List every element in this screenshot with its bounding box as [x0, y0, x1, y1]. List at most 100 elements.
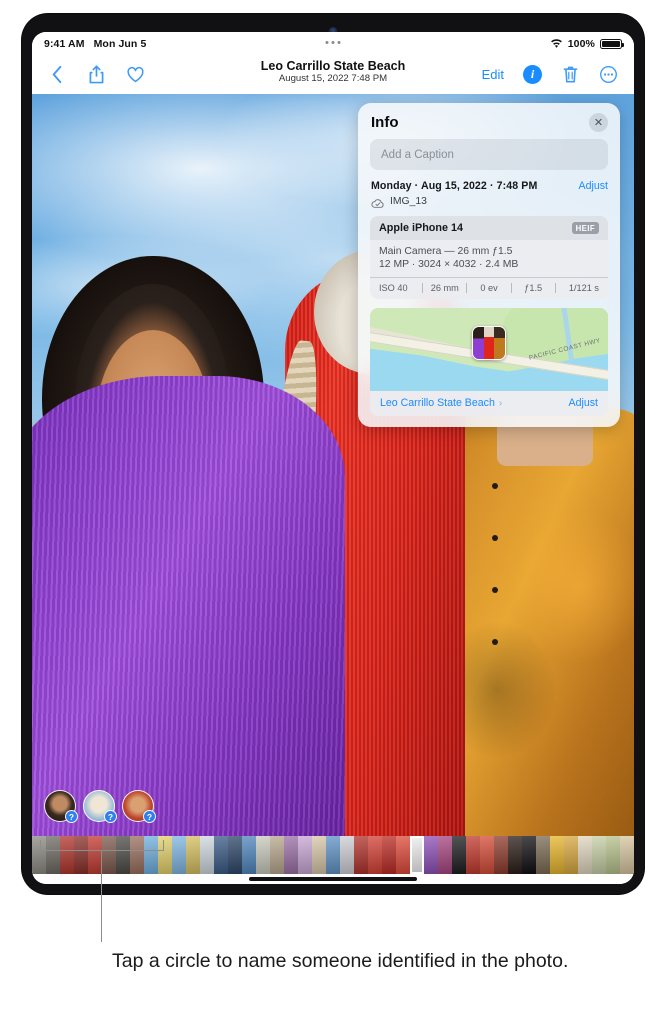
filmstrip-thumbnail[interactable] — [256, 836, 270, 874]
callout-leader-line — [101, 850, 103, 942]
filmstrip-thumbnail[interactable] — [522, 836, 536, 874]
face-chip-2[interactable]: ? — [83, 790, 117, 823]
home-indicator[interactable] — [249, 877, 417, 881]
filmstrip-thumbnail[interactable] — [200, 836, 214, 874]
exif-exposure: 0 ev — [480, 283, 498, 293]
filmstrip-thumbnail[interactable] — [606, 836, 620, 874]
filmstrip-thumbnail[interactable] — [452, 836, 466, 874]
filmstrip-thumbnail[interactable] — [270, 836, 284, 874]
unnamed-face-badge[interactable]: ? — [104, 810, 117, 823]
filmstrip-thumbnail[interactable] — [102, 836, 116, 874]
filmstrip-thumbnail[interactable] — [144, 836, 158, 874]
chevron-right-icon[interactable]: › — [499, 398, 502, 409]
filmstrip-thumbnail[interactable] — [466, 836, 480, 874]
image-size-label: 12 MP · 3024 × 4032 · 2.4 MB — [379, 259, 519, 270]
filmstrip-thumbnail[interactable] — [424, 836, 438, 874]
toolbar-left-group — [48, 64, 145, 85]
filmstrip-thumbnail[interactable] — [298, 836, 312, 874]
battery-percent-label: 100% — [567, 37, 595, 50]
back-button[interactable] — [48, 64, 67, 85]
toolbar-right-group: Edit i — [482, 64, 618, 85]
face-chip-3[interactable]: ? — [122, 790, 156, 823]
filmstrip-thumbnail[interactable] — [116, 836, 130, 874]
status-date: Mon Jun 5 — [93, 37, 147, 50]
filmstrip-thumbnail[interactable] — [186, 836, 200, 874]
filmstrip-thumbnail[interactable] — [382, 836, 396, 874]
photo-filmstrip[interactable] — [32, 836, 634, 874]
filmstrip-thumbnail[interactable] — [88, 836, 102, 874]
multitasking-dots-icon[interactable] — [325, 41, 341, 44]
wifi-icon — [550, 38, 563, 49]
page-subtitle: August 15, 2022 7:48 PM — [278, 73, 388, 84]
edit-button[interactable]: Edit — [482, 67, 504, 82]
close-icon[interactable]: ✕ — [589, 113, 608, 132]
favorite-button[interactable] — [126, 64, 145, 85]
status-bar-left: 9:41 AM Mon Jun 5 — [44, 38, 146, 50]
filmstrip-thumbnail[interactable] — [46, 836, 60, 874]
filmstrip-thumbnail[interactable] — [326, 836, 340, 874]
map-view[interactable]: PACIFIC COAST HWY — [370, 308, 608, 391]
filmstrip-thumbnail[interactable] — [536, 836, 550, 874]
filmstrip-thumbnail[interactable] — [172, 836, 186, 874]
status-bar-right: 100% — [550, 37, 625, 50]
filmstrip-thumbnail[interactable] — [550, 836, 564, 874]
status-time: 9:41 AM — [44, 37, 85, 50]
filmstrip-thumbnail[interactable] — [592, 836, 606, 874]
filmstrip-thumbnail[interactable] — [564, 836, 578, 874]
photo-date-label: Monday · Aug 15, 2022 · 7:48 PM — [371, 180, 538, 192]
file-name-label: IMG_13 — [390, 196, 427, 207]
filmstrip-thumbnail[interactable] — [32, 836, 46, 874]
filmstrip-thumbnail[interactable] — [620, 836, 634, 874]
filmstrip-thumbnail[interactable] — [228, 836, 242, 874]
filmstrip-thumbnail[interactable] — [312, 836, 326, 874]
filmstrip-thumbnail[interactable] — [494, 836, 508, 874]
unnamed-face-badge[interactable]: ? — [143, 810, 156, 823]
filmstrip-thumbnail[interactable] — [74, 836, 88, 874]
device-name-label: Apple iPhone 14 — [379, 222, 463, 234]
photo-pin-icon[interactable] — [472, 326, 506, 361]
filmstrip-thumbnail[interactable] — [410, 836, 424, 874]
filmstrip-thumbnail[interactable] — [354, 836, 368, 874]
filmstrip-thumbnail[interactable] — [214, 836, 228, 874]
map-place-link[interactable]: Leo Carrillo State Beach — [380, 397, 495, 409]
status-bar: 9:41 AM Mon Jun 5 100% — [32, 32, 634, 55]
face-chip-row: ? ? ? — [44, 790, 156, 823]
lens-info-label: Main Camera — 26 mm ƒ1.5 — [379, 246, 513, 257]
filmstrip-thumbnail[interactable] — [508, 836, 522, 874]
file-row: IMG_13 — [358, 194, 620, 216]
location-map-card: PACIFIC COAST HWY Leo Carrillo State Bea… — [370, 308, 608, 416]
device-info-card: Apple iPhone 14 HEIF Main Camera — 26 mm… — [370, 216, 608, 299]
info-circle-icon[interactable]: i — [523, 65, 542, 84]
filmstrip-thumbnail[interactable] — [130, 836, 144, 874]
info-panel-title: Info — [371, 114, 399, 131]
face-chip-1[interactable]: ? — [44, 790, 78, 823]
filmstrip-thumbnail[interactable] — [340, 836, 354, 874]
ipad-device-frame: 9:41 AM Mon Jun 5 100% Leo Carrillo Stat… — [22, 14, 644, 894]
callout-text: Tap a circle to name someone identified … — [112, 950, 569, 972]
filmstrip-thumbnail[interactable] — [396, 836, 410, 874]
screenshot-root: 9:41 AM Mon Jun 5 100% Leo Carrillo Stat… — [0, 0, 666, 1022]
adjust-location-button[interactable]: Adjust — [569, 397, 598, 409]
exif-aperture: ƒ1.5 — [524, 283, 543, 293]
filmstrip-thumbnail[interactable] — [578, 836, 592, 874]
more-options-button[interactable] — [599, 64, 618, 85]
ipad-screen: 9:41 AM Mon Jun 5 100% Leo Carrillo Stat… — [32, 32, 634, 884]
filmstrip-thumbnail[interactable] — [284, 836, 298, 874]
caption-input[interactable]: Add a Caption — [370, 139, 608, 170]
filmstrip-thumbnail[interactable] — [242, 836, 256, 874]
filmstrip-thumbnail[interactable] — [480, 836, 494, 874]
filmstrip-thumbnail[interactable] — [438, 836, 452, 874]
unnamed-face-badge[interactable]: ? — [65, 810, 78, 823]
exif-shutter: 1/121 s — [568, 283, 600, 293]
photo-viewer[interactable]: ? ? ? Info ✕ Add a Caption Monday · Aug … — [32, 94, 634, 836]
filmstrip-thumbnail[interactable] — [158, 836, 172, 874]
share-button[interactable] — [87, 64, 106, 85]
filmstrip-thumbnail[interactable] — [60, 836, 74, 874]
filmstrip-thumbnail[interactable] — [368, 836, 382, 874]
caption-placeholder: Add a Caption — [381, 148, 454, 161]
delete-button[interactable] — [561, 64, 580, 85]
adjust-date-button[interactable]: Adjust — [579, 180, 608, 192]
map-footer: Leo Carrillo State Beach › Adjust — [370, 391, 608, 416]
page-title: Leo Carrillo State Beach — [260, 59, 406, 73]
exif-focal-length: 26 mm — [430, 283, 459, 293]
